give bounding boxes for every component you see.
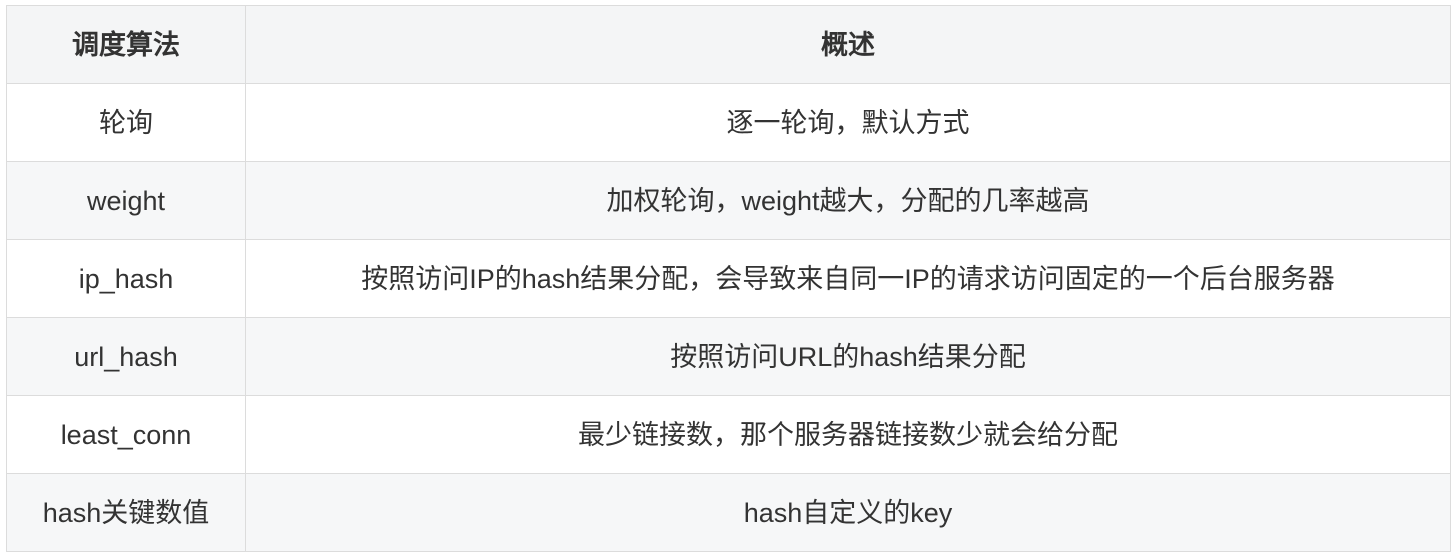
algorithm-cell: url_hash [6, 317, 246, 396]
header-algorithm: 调度算法 [6, 5, 246, 84]
page: 调度算法 概述 轮询 逐一轮询，默认方式 weight 加权轮询，weight越… [0, 0, 1454, 555]
header-description: 概述 [245, 5, 1451, 84]
description-cell: 逐一轮询，默认方式 [245, 83, 1451, 162]
description-cell: 按照访问IP的hash结果分配，会导致来自同一IP的请求访问固定的一个后台服务器 [245, 239, 1451, 318]
algorithm-cell: weight [6, 161, 246, 240]
table-row: least_conn 最少链接数，那个服务器链接数少就会给分配 [6, 395, 1451, 474]
table-row: 轮询 逐一轮询，默认方式 [6, 83, 1451, 162]
description-cell: hash自定义的key [245, 473, 1451, 552]
table-body: 轮询 逐一轮询，默认方式 weight 加权轮询，weight越大，分配的几率越… [6, 83, 1451, 552]
table-row: hash关键数值 hash自定义的key [6, 473, 1451, 552]
algorithm-cell: least_conn [6, 395, 246, 474]
algorithm-cell: ip_hash [6, 239, 246, 318]
table-row: ip_hash 按照访问IP的hash结果分配，会导致来自同一IP的请求访问固定… [6, 239, 1451, 318]
algorithm-cell: 轮询 [6, 83, 246, 162]
scheduling-algorithm-table: 调度算法 概述 轮询 逐一轮询，默认方式 weight 加权轮询，weight越… [6, 5, 1451, 552]
header-row: 调度算法 概述 [6, 5, 1451, 84]
description-cell: 加权轮询，weight越大，分配的几率越高 [245, 161, 1451, 240]
description-cell: 最少链接数，那个服务器链接数少就会给分配 [245, 395, 1451, 474]
algorithm-cell: hash关键数值 [6, 473, 246, 552]
table-header: 调度算法 概述 [6, 5, 1451, 84]
description-cell: 按照访问URL的hash结果分配 [245, 317, 1451, 396]
table-row: weight 加权轮询，weight越大，分配的几率越高 [6, 161, 1451, 240]
table-row: url_hash 按照访问URL的hash结果分配 [6, 317, 1451, 396]
